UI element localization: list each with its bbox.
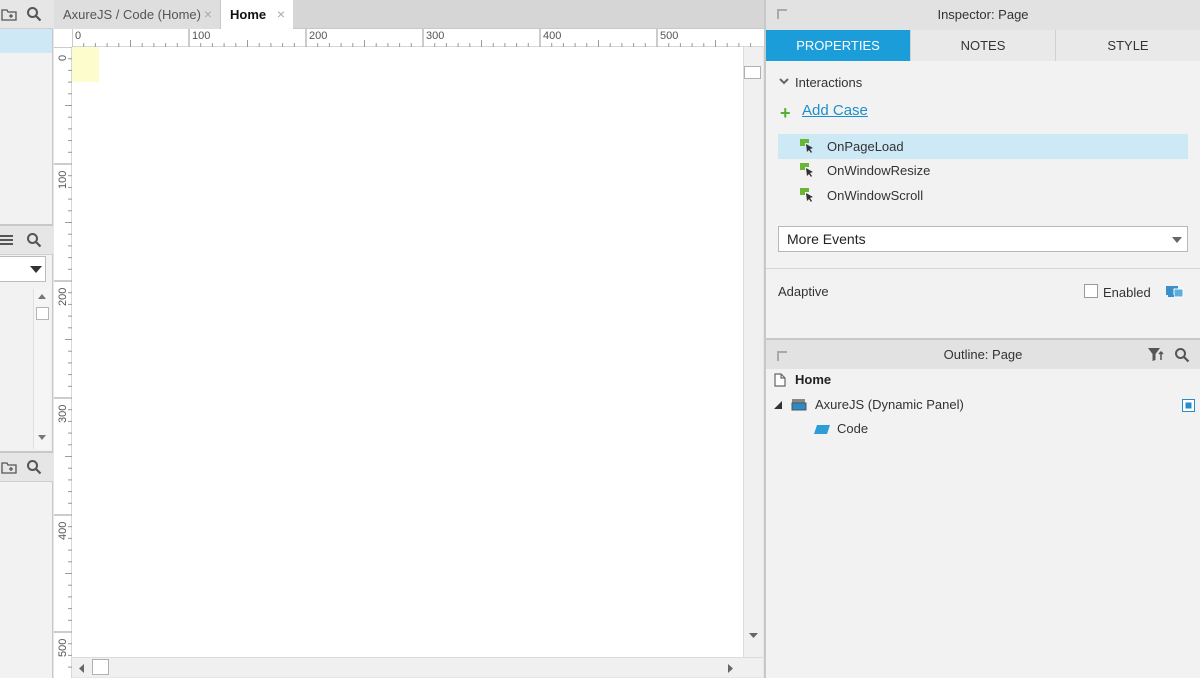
visibility-toggle-icon[interactable] [1182,399,1195,412]
inspector-title: Inspector: Page [937,7,1029,22]
ruler-label: 100 [192,30,211,42]
event-onwindowresize[interactable]: OnWindowResize [778,158,1188,183]
ruler-label: 300 [426,30,445,42]
ruler-label: 0 [57,54,69,61]
inspector-panel: Inspector: Page PROPERTIES NOTES STYLE I… [764,0,1200,338]
chevron-down-icon [1172,237,1182,243]
outline-label: Home [795,372,832,387]
inspector-header: Inspector: Page [766,0,1200,30]
dynamic-panel-icon [791,399,807,411]
ruler-label: 400 [543,30,562,42]
tab-label: Home [230,7,267,22]
ruler-label: 200 [57,287,69,306]
more-events-dropdown[interactable]: More Events [778,226,1188,252]
outline-label: Code [837,421,869,436]
outline-title: Outline: Page [943,347,1023,362]
event-label: OnPageLoad [827,139,904,154]
collapse-arrow-icon[interactable] [777,9,787,19]
tab-axurejs-code[interactable]: AxureJS / Code (Home) × [54,0,221,29]
scroll-down-icon[interactable] [38,435,46,441]
tab-label: AxureJS / Code (Home) [63,7,201,22]
plus-icon: + [780,103,791,123]
ruler-ticks [71,29,752,47]
event-label: OnWindowResize [827,163,931,178]
adaptive-views-icon[interactable] [1165,285,1185,299]
masters-panel-header [0,453,53,482]
collapse-arrow-icon[interactable] [777,351,787,361]
ruler-label: 500 [57,638,69,657]
enabled-checkbox[interactable] [1084,284,1098,298]
ruler-ticks [54,46,72,668]
event-icon [800,163,813,177]
ruler-corner [54,29,72,47]
ruler-label: 400 [57,521,69,540]
search-icon[interactable] [26,6,42,25]
search-icon[interactable] [26,459,42,478]
shape-icon [814,425,830,434]
close-icon[interactable]: × [277,0,285,29]
origin-highlight [72,47,99,82]
library-scrollbar[interactable] [33,289,50,449]
add-folder-icon[interactable] [1,459,17,478]
ruler-label: 0 [75,30,82,42]
design-canvas[interactable] [72,47,743,657]
event-onpageload[interactable]: OnPageLoad [778,134,1188,159]
add-case-link[interactable]: Add Case [802,102,868,119]
left-panels [0,0,53,678]
filter-icon[interactable] [1148,348,1165,362]
scroll-left-icon[interactable] [78,664,84,673]
canvas-horizontal-scrollbar[interactable] [72,657,763,677]
ruler-label: 300 [57,404,69,423]
chevron-down-icon[interactable] [779,78,789,85]
scroll-up-icon[interactable] [38,293,46,299]
more-events-label: More Events [787,231,866,247]
canvas-vertical-scrollbar[interactable] [743,47,763,657]
document-tab-bar: AxureJS / Code (Home) × Home × [54,0,811,30]
tab-notes[interactable]: NOTES [911,30,1056,61]
add-folder-icon[interactable] [1,6,17,25]
expand-triangle-icon[interactable] [774,401,782,409]
ruler-label: 200 [309,30,328,42]
chevron-down-icon [30,266,42,273]
libraries-panel-header [0,226,53,255]
ruler-label: 500 [660,30,679,42]
tab-properties[interactable]: PROPERTIES [766,30,911,61]
search-icon[interactable] [26,232,42,251]
enabled-label[interactable]: Enabled [1103,285,1151,300]
interactions-heading[interactable]: Interactions [795,75,862,90]
outline-header: Outline: Page [766,338,1200,369]
scroll-right-icon[interactable] [728,664,734,673]
pages-selected-row[interactable] [0,29,52,53]
scroll-thumb[interactable] [36,307,49,320]
event-onwindowscroll[interactable]: OnWindowScroll [778,183,1188,208]
scroll-thumb[interactable] [744,66,761,79]
adaptive-label: Adaptive [778,284,829,299]
scroll-down-icon[interactable] [749,633,758,639]
horizontal-ruler: 0 100 200 300 400 500 [54,29,764,47]
page-icon [774,373,786,387]
scroll-thumb[interactable] [92,659,109,675]
inspector-tabs: PROPERTIES NOTES STYLE [766,30,1200,61]
menu-icon[interactable] [0,232,14,251]
outline-panel: Outline: Page Home AxureJS (Dynamic Pane… [764,338,1200,678]
outline-label: AxureJS (Dynamic Panel) [815,397,964,412]
event-label: OnWindowScroll [827,188,924,203]
event-icon [800,188,813,202]
outline-row-axurejs[interactable]: AxureJS (Dynamic Panel) [774,393,1195,417]
event-icon [800,139,813,153]
tab-style[interactable]: STYLE [1056,30,1200,61]
close-icon[interactable]: × [204,0,212,29]
ruler-label: 100 [57,170,69,189]
pages-panel-header [0,0,53,29]
library-dropdown[interactable] [0,256,46,282]
section-divider [766,268,1200,269]
vertical-ruler: 0 100 200 300 400 500 [54,29,72,678]
tab-home[interactable]: Home × [221,0,293,30]
search-icon[interactable] [1174,347,1190,363]
